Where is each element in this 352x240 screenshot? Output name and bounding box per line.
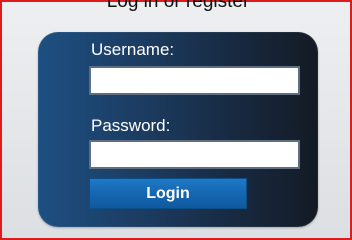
login-button[interactable]: Login [89,178,247,209]
password-input[interactable] [89,140,300,169]
login-frame: Log in or register Username: Password: L… [0,0,352,240]
password-label: Password: [91,116,171,135]
username-label: Username: [91,40,175,59]
page-header-text: Log in or register [106,0,250,12]
login-panel: Username: Password: Login [38,32,318,227]
username-input[interactable] [89,66,300,95]
